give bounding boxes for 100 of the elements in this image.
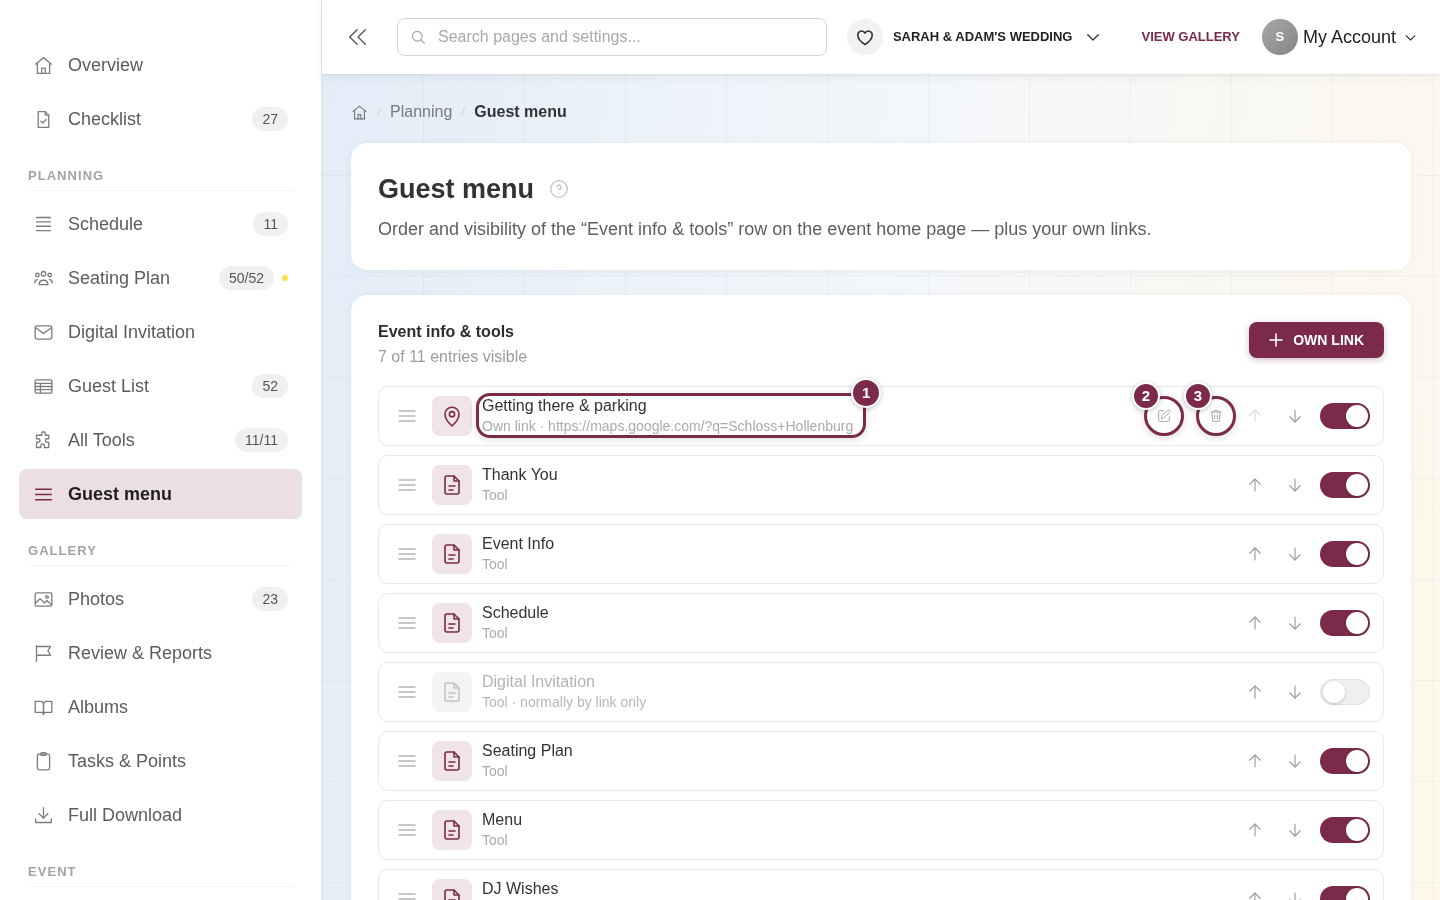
section-heading: PLANNING: [28, 168, 106, 184]
document-icon: [432, 465, 472, 505]
house-icon[interactable]: [351, 103, 368, 121]
arrow-down-icon: [1286, 614, 1304, 632]
entry-title: Getting there & parking: [482, 396, 648, 416]
visibility-toggle[interactable]: [1320, 748, 1370, 774]
double-chevron-left-icon: [347, 26, 369, 48]
entry-subtitle: Tool · normally by link only: [482, 693, 647, 711]
document-icon: [432, 603, 472, 643]
visibility-toggle[interactable]: [1320, 541, 1370, 567]
visibility-toggle[interactable]: [1320, 610, 1370, 636]
sidebar-item[interactable]: Albums: [19, 682, 302, 732]
section-title: Event info & tools: [378, 322, 515, 342]
sidebar-item[interactable]: All Tools 11/11: [19, 415, 302, 465]
visibility-toggle[interactable]: [1320, 472, 1370, 498]
callout-badge: 3: [1184, 382, 1212, 410]
entry-subtitle: Tool: [482, 555, 509, 573]
pencil-icon: [1156, 408, 1172, 424]
arrow-up-icon: [1246, 683, 1264, 701]
arrow-down-icon: [1286, 407, 1304, 425]
avatar: S: [1261, 19, 1298, 55]
sidebar-item[interactable]: Tasks & Points: [19, 736, 302, 786]
count-badge: 23: [252, 587, 288, 611]
arrow-down-icon: [1286, 683, 1304, 701]
search-field[interactable]: Search pages and settings...: [397, 18, 827, 56]
entry-subtitle: Tool: [482, 762, 509, 780]
entry-title: Thank You: [482, 465, 558, 485]
callout-badge: 2: [1132, 382, 1160, 410]
house-icon: [33, 54, 54, 76]
entry-title: Event Info: [482, 534, 555, 554]
download-icon: [33, 804, 54, 826]
trash-icon: [1208, 408, 1224, 424]
count-badge: 50/52: [218, 266, 274, 290]
callout-badge: 1: [851, 378, 882, 408]
sidebar-item[interactable]: Digital Invitation: [19, 307, 302, 357]
entry-title: DJ Wishes: [482, 879, 559, 899]
visibility-toggle[interactable]: [1320, 403, 1370, 429]
sidebar-item[interactable]: Full Download: [19, 790, 302, 840]
drag-handle-icon[interactable]: [398, 479, 416, 491]
count-badge: 27: [252, 107, 288, 131]
arrow-down-icon: [1286, 476, 1304, 494]
sidebar-item[interactable]: Guest List 52: [19, 361, 302, 411]
drag-handle-icon[interactable]: [398, 548, 416, 560]
plus-icon: [1269, 333, 1284, 347]
page-title: Guest menu: [378, 173, 535, 206]
entry-title: Schedule: [482, 603, 549, 623]
count-badge: 11/11: [235, 428, 288, 452]
drag-handle-icon[interactable]: [398, 755, 416, 767]
flag-icon: [33, 642, 54, 664]
arrow-up-icon: [1246, 476, 1264, 494]
document-icon: [432, 534, 472, 574]
sidebar-item[interactable]: Review & Reports: [19, 628, 302, 678]
collapse-sidebar-button[interactable]: [347, 26, 369, 48]
document-icon: [432, 741, 472, 781]
arrow-down-icon: [1286, 752, 1304, 770]
account-menu-button[interactable]: My Account: [1302, 23, 1418, 51]
arrow-up-icon: [1246, 545, 1264, 563]
document-icon: [432, 810, 472, 850]
drag-handle-icon[interactable]: [398, 824, 416, 836]
entry-subtitle: Tool: [482, 831, 509, 849]
entry-title: Seating Plan: [482, 741, 573, 761]
arrow-up-icon: [1246, 821, 1264, 839]
arrow-up-icon: [1246, 614, 1264, 632]
entry-subtitle: Own link · https://maps.google.com/?q=Schloss+Hollenburg: [482, 417, 854, 435]
page-description: Order and visibility of the “Event info & tools” row on the event home page — plus your own links.: [378, 218, 1153, 241]
help-icon[interactable]: [549, 179, 570, 199]
breadcrumb-current: Guest menu: [474, 102, 567, 122]
sidebar-item[interactable]: Guest menu: [19, 469, 302, 519]
document-icon: [432, 672, 472, 712]
arrow-up-icon: [1246, 752, 1264, 770]
entry-title: Menu: [482, 810, 523, 830]
section-subtitle: 7 of 11 entries visible: [378, 347, 528, 367]
slash-separator-icon: [460, 105, 467, 119]
count-badge: 52: [252, 374, 288, 398]
section-heading: EVENT: [28, 864, 78, 880]
add-own-link-button[interactable]: OWN LINK: [1249, 322, 1384, 358]
sidebar-item[interactable]: Schedule 11: [19, 199, 302, 249]
slash-separator-icon: [376, 105, 382, 119]
arrow-down-icon: [1286, 821, 1304, 839]
drag-handle-icon[interactable]: [398, 410, 416, 422]
drag-handle-icon[interactable]: [398, 617, 416, 629]
arrow-up-icon: [1246, 407, 1264, 425]
entry-subtitle: Tool: [482, 486, 509, 504]
entry-title: Digital Invitation: [482, 672, 596, 692]
sidebar-item[interactable]: Overview: [19, 40, 302, 90]
drag-handle-icon[interactable]: [398, 686, 416, 698]
sidebar-item[interactable]: Checklist 27: [19, 94, 302, 144]
breadcrumb-link[interactable]: Planning: [390, 100, 453, 124]
entry-subtitle: Tool: [482, 624, 509, 642]
arrow-down-icon: [1286, 545, 1304, 563]
search-icon: [409, 28, 427, 46]
visibility-toggle[interactable]: [1320, 817, 1370, 843]
visibility-toggle[interactable]: [1320, 679, 1370, 705]
view-gallery-link[interactable]: VIEW GALLERY: [1141, 27, 1240, 47]
sidebar-item[interactable]: Seating Plan 50/52: [19, 253, 302, 303]
event-switcher[interactable]: SARAH & ADAM'S WEDDING: [892, 27, 1103, 47]
section-heading: GALLERY: [28, 543, 98, 559]
sidebar-item[interactable]: Photos 23: [19, 574, 302, 624]
map-pin-icon: [432, 396, 472, 436]
count-badge: 11: [253, 212, 288, 236]
